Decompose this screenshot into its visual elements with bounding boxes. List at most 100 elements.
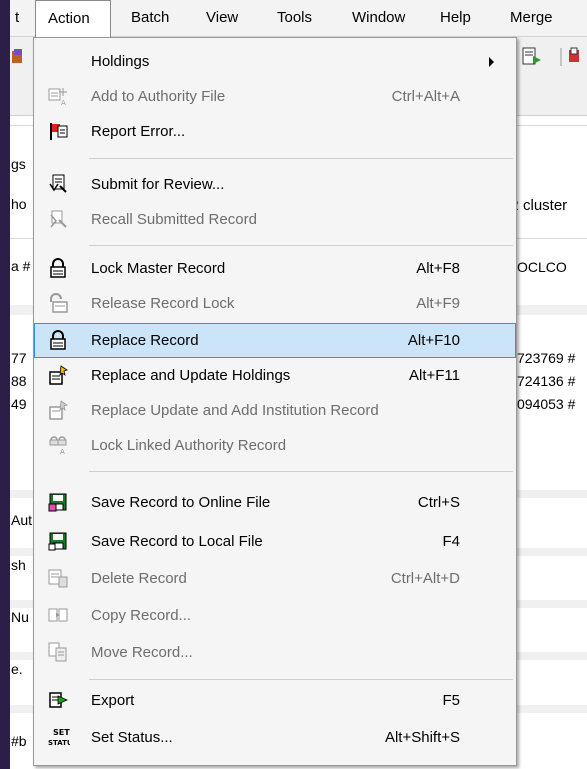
bg-text: Aut (11, 512, 33, 528)
submenu-arrow-icon (489, 57, 494, 67)
replace-institution-icon (48, 400, 68, 420)
menu-item-shortcut: F4 (442, 533, 460, 550)
menu-item-shortcut: Alt+F11 (409, 367, 460, 384)
menu-item-label: Replace Record (91, 332, 199, 349)
menu-item-label: Report Error... (91, 123, 186, 140)
menu-item-label: Submit for Review... (91, 176, 225, 193)
menu-separator (89, 245, 513, 246)
menu-item-label: Copy Record... (91, 607, 192, 624)
menu-item-recall-submitted-record[interactable]: Recall Submitted Record (34, 202, 516, 237)
svg-text:A: A (60, 448, 65, 455)
menu-item-shortcut: F5 (442, 692, 460, 709)
replace-record-icon (48, 330, 68, 350)
menu-item-shortcut: Alt+F10 (407, 332, 460, 349)
menu-item-replace-update-add-institution[interactable]: Replace Update and Add Institution Recor… (34, 393, 516, 428)
toolbar-partial-icon[interactable] (11, 48, 25, 66)
menu-item-set-status[interactable]: SET STATUS Set Status... Alt+Shift+S (34, 720, 516, 755)
recall-record-icon (48, 209, 68, 229)
save-local-icon (48, 531, 68, 551)
bg-text: sh (11, 557, 26, 573)
menu-edit-partial[interactable]: t (15, 0, 19, 36)
menu-item-holdings[interactable]: Holdings (34, 44, 516, 79)
menu-item-save-record-local[interactable]: Save Record to Local File F4 (34, 524, 516, 559)
menu-bar: t Action Batch View Tools Window Help Me… (10, 0, 587, 37)
menu-view[interactable]: View (206, 0, 238, 36)
menu-separator (89, 679, 513, 680)
menu-action[interactable]: Action (35, 0, 111, 37)
menu-window[interactable]: Window (352, 0, 405, 36)
menu-merge[interactable]: Merge (510, 0, 553, 36)
bg-text: 77 (11, 350, 27, 366)
menu-item-replace-and-update-holdings[interactable]: Replace and Update Holdings Alt+F11 (34, 358, 516, 393)
menu-item-label: Export (91, 692, 135, 709)
menu-item-label: Add to Authority File (91, 88, 226, 105)
delete-record-icon (48, 568, 68, 588)
menu-item-lock-master-record[interactable]: Lock Master Record Alt+F8 (34, 251, 516, 286)
menu-item-add-to-authority-file[interactable]: A Add to Authority File Ctrl+Alt+A (34, 79, 516, 114)
svg-text:STATUS: STATUS (48, 739, 70, 747)
lock-icon (48, 258, 68, 278)
lock-authority-icon: A (48, 435, 68, 456)
menu-item-report-error[interactable]: Report Error... (34, 114, 516, 149)
menu-help[interactable]: Help (440, 0, 471, 36)
menu-item-label: Recall Submitted Record (91, 211, 257, 228)
svg-text:SET: SET (53, 728, 70, 737)
menu-item-export[interactable]: Export F5 (34, 683, 516, 718)
bg-text: 723769 # (517, 350, 576, 366)
bg-text: gs (11, 156, 26, 172)
menu-item-label: Lock Master Record (91, 260, 226, 277)
menu-separator (89, 471, 513, 472)
menu-item-shortcut: Ctrl+S (417, 494, 460, 511)
menu-item-label: Release Record Lock (91, 295, 235, 312)
menu-item-copy-record[interactable]: Copy Record... (34, 598, 516, 633)
set-status-icon: SET STATUS (48, 726, 78, 747)
menu-item-label: Replace and Update Holdings (91, 367, 291, 384)
bg-text: a # (11, 258, 31, 274)
menu-item-shortcut: Alt+F8 (416, 260, 460, 277)
svg-text:A: A (61, 99, 66, 106)
export-icon (48, 690, 68, 710)
bg-text: 094053 # (517, 396, 576, 412)
bg-text: 724136 # (517, 373, 576, 389)
bg-text: OCLCO (517, 259, 567, 275)
action-dropdown-menu: Holdings A Add to Authority File Ctrl+Al… (33, 37, 517, 766)
menu-item-shortcut: Ctrl+Alt+A (391, 88, 460, 105)
bg-text: 88 (11, 373, 27, 389)
toolbar-record-icon[interactable] (560, 46, 584, 68)
menu-item-shortcut: Alt+F9 (416, 295, 460, 312)
report-error-flag-icon (48, 121, 68, 141)
menu-separator (89, 158, 513, 159)
menu-item-move-record[interactable]: Move Record... (34, 635, 516, 670)
menu-item-label: Save Record to Online File (91, 494, 271, 511)
submit-review-icon (48, 174, 68, 194)
menu-item-label: Set Status... (91, 729, 173, 746)
bg-text: e. (11, 661, 23, 677)
bg-text: #b (11, 733, 27, 749)
menu-item-label: Delete Record (91, 570, 187, 587)
menu-item-release-record-lock[interactable]: Release Record Lock Alt+F9 (34, 286, 516, 321)
menu-item-label: Replace Update and Add Institution Recor… (91, 402, 379, 419)
save-online-icon (48, 492, 68, 512)
menu-item-shortcut: Alt+Shift+S (384, 729, 460, 746)
bg-text: 49 (11, 396, 27, 412)
copy-record-icon (48, 605, 68, 625)
window-frame-left (0, 0, 10, 769)
menu-item-delete-record[interactable]: Delete Record Ctrl+Alt+D (34, 561, 516, 596)
toolbar-export-icon[interactable] (521, 46, 543, 68)
bg-text: Nu (11, 609, 29, 625)
menu-item-label: Holdings (91, 53, 150, 70)
unlock-icon (48, 293, 68, 313)
replace-update-icon (48, 365, 68, 385)
menu-item-replace-record[interactable]: Replace Record Alt+F10 (34, 323, 516, 358)
menu-item-lock-linked-authority[interactable]: A Lock Linked Authority Record (34, 428, 516, 463)
add-authority-icon: A (48, 86, 68, 107)
menu-item-save-record-online[interactable]: Save Record to Online File Ctrl+S (34, 485, 516, 520)
menu-item-label: Save Record to Local File (91, 533, 263, 550)
menu-item-shortcut: Ctrl+Alt+D (390, 570, 460, 587)
menu-tools[interactable]: Tools (277, 0, 312, 36)
menu-batch[interactable]: Batch (131, 0, 169, 36)
menu-item-submit-for-review[interactable]: Submit for Review... (34, 167, 516, 202)
move-record-icon (48, 642, 68, 662)
menu-item-label: Move Record... (91, 644, 193, 661)
bg-text: ho (11, 196, 27, 212)
